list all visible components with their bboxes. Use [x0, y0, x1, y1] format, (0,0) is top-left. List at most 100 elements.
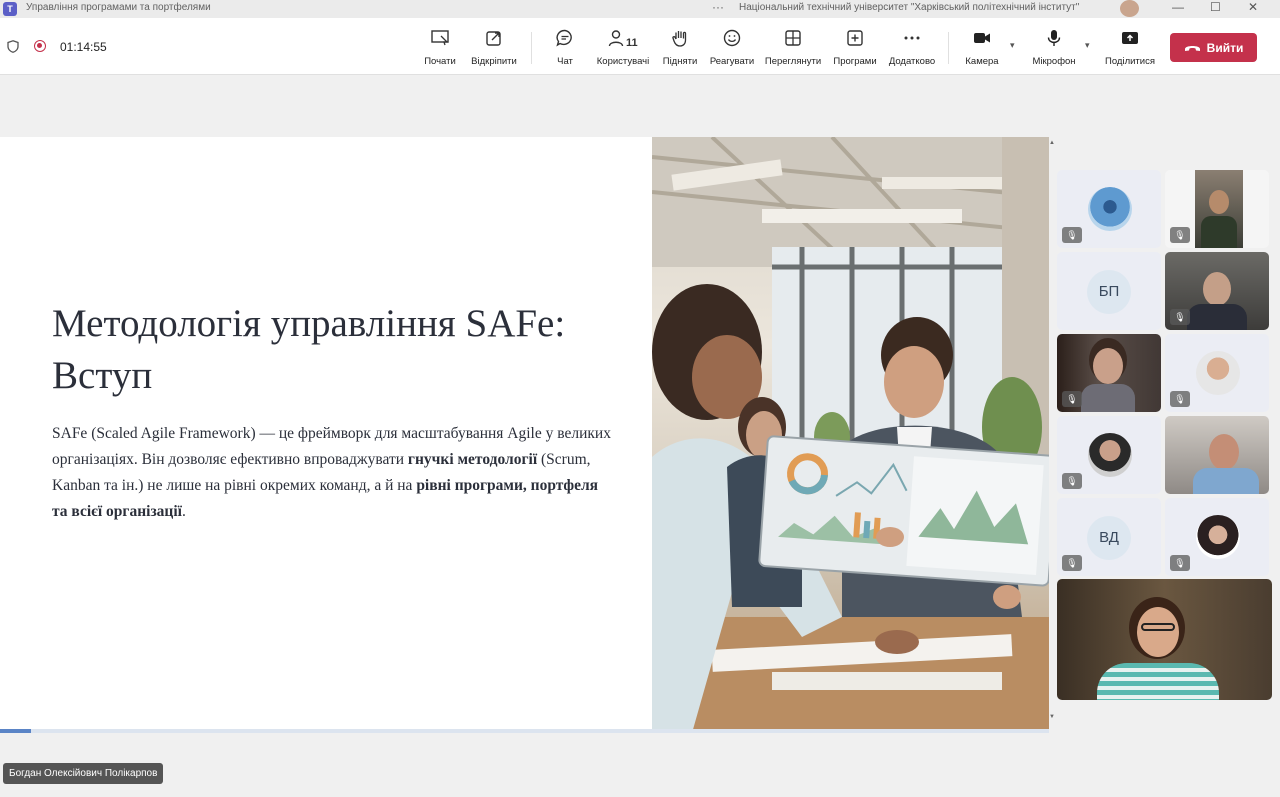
participant-tile[interactable]: 🎙	[1165, 252, 1269, 330]
slide-text-part: .	[181, 503, 186, 520]
participant-video-body	[1187, 304, 1247, 330]
slide-progress-fill	[0, 729, 32, 733]
mic-off-icon: 🎙	[1170, 555, 1190, 571]
leave-label: Вийти	[1206, 40, 1244, 55]
leave-button[interactable]: Вийти	[1170, 33, 1257, 62]
participant-avatar	[1196, 351, 1240, 395]
participant-video-face	[1209, 434, 1239, 470]
scroll-up-arrow-icon[interactable]: ▲	[1049, 140, 1055, 146]
hand-icon	[661, 26, 699, 50]
account-avatar[interactable]	[1120, 0, 1139, 17]
close-icon[interactable]: ✕	[1248, 0, 1258, 14]
microphone-icon	[1030, 26, 1078, 50]
slide-paragraph: SAFe (Scaled Agile Framework) — це фрейм…	[52, 421, 612, 525]
slide-progress-bar	[0, 729, 1049, 733]
scroll-down-arrow-icon[interactable]: ▼	[1049, 714, 1055, 720]
slide-text-bold: гнучкі методології	[407, 451, 538, 468]
more-button[interactable]: Додатково	[886, 26, 938, 70]
apps-label: Програми	[833, 56, 877, 67]
participant-tile[interactable]: БП	[1057, 252, 1161, 330]
view-label: Переглянути	[764, 56, 822, 67]
participant-avatar	[1196, 515, 1240, 559]
toolbar-divider	[531, 32, 532, 64]
mic-off-icon: 🎙	[1170, 227, 1190, 243]
meeting-timer: 01:14:55	[60, 40, 107, 54]
presenter-name-tag: Богдан Олексійович Полікарпов	[3, 763, 164, 784]
slide-photo	[652, 137, 1049, 733]
camera-button[interactable]: Камера	[962, 26, 1002, 70]
participant-tile[interactable]: 🎙	[1165, 334, 1269, 412]
raise-hand-label: Підняти	[662, 56, 698, 67]
react-button[interactable]: Реагувати	[708, 26, 756, 70]
more-options-icon[interactable]: ···	[712, 0, 724, 14]
view-button[interactable]: Переглянути	[763, 26, 823, 70]
meeting-toolbar: 01:14:55 Почати Відкріпити Чат 11 Корист…	[0, 18, 1280, 75]
glasses-icon	[1141, 623, 1175, 631]
stage-scrollbar[interactable]: ▲ ▼	[1049, 137, 1055, 733]
screen-pointer-icon	[420, 26, 460, 50]
participant-avatar	[1088, 187, 1132, 231]
share-screen-icon	[1104, 26, 1156, 50]
camera-label: Камера	[965, 56, 999, 67]
participant-tile[interactable]: 🎙	[1057, 416, 1161, 494]
teams-logo-icon: T	[3, 2, 17, 16]
mic-off-icon: 🎙	[1170, 309, 1190, 325]
minimize-icon[interactable]: —	[1172, 0, 1184, 14]
popout-button[interactable]: Відкріпити	[468, 26, 520, 70]
participant-initials: ВД	[1087, 516, 1131, 560]
recording-icon	[34, 40, 46, 52]
popout-icon	[468, 26, 520, 50]
chat-button[interactable]: Чат	[551, 26, 579, 70]
window-title: Управління програмами та портфелями	[26, 2, 211, 13]
participant-video-face	[1093, 348, 1123, 384]
participant-tile[interactable]: 🎙	[1165, 498, 1269, 576]
organization-name: Національний технічний університет "Харк…	[739, 2, 1080, 13]
react-label: Реагувати	[709, 56, 755, 67]
start-button[interactable]: Почати	[420, 26, 460, 70]
grid-view-icon	[763, 26, 823, 50]
participant-video-face	[1203, 272, 1231, 306]
toolbar-divider	[948, 32, 949, 64]
participant-tile[interactable]	[1165, 416, 1269, 494]
share-label: Поділитися	[1105, 56, 1155, 67]
people-label: Користувачі	[596, 56, 650, 67]
share-button[interactable]: Поділитися	[1104, 26, 1156, 70]
participant-video-face	[1137, 607, 1179, 657]
mic-label: Мікрофон	[1032, 56, 1076, 67]
window-title-bar: T Управління програмами та портфелями ··…	[0, 0, 1280, 18]
smiley-icon	[708, 26, 756, 50]
start-label: Почати	[424, 56, 456, 67]
maximize-icon[interactable]: ☐	[1210, 0, 1221, 14]
participant-tile[interactable]: 🎙	[1057, 334, 1161, 412]
participant-initials: БП	[1087, 270, 1131, 314]
chat-icon	[551, 26, 579, 50]
mic-off-icon: 🎙	[1062, 227, 1082, 243]
shared-slide: Методологія управління SAFe: Вступ SAFe …	[0, 137, 1049, 733]
participant-tile-active[interactable]	[1057, 579, 1272, 700]
more-dots-icon	[886, 26, 938, 50]
people-count: 11	[626, 37, 638, 49]
slide-title: Методологія управління SAFe: Вступ	[52, 302, 566, 397]
participant-avatar	[1088, 433, 1132, 477]
hang-up-icon	[1184, 45, 1200, 51]
office-team-illustration	[652, 137, 1049, 733]
participant-tile[interactable]: ВД 🎙	[1057, 498, 1161, 576]
mic-button[interactable]: Мікрофон	[1030, 26, 1078, 70]
raise-hand-button[interactable]: Підняти	[661, 26, 699, 70]
mic-off-icon: 🎙	[1170, 391, 1190, 407]
shield-icon[interactable]	[7, 40, 19, 53]
camera-options-chevron-down-icon[interactable]: ▾	[1010, 40, 1015, 51]
people-button[interactable]: 11 Користувачі	[594, 26, 652, 70]
mic-options-chevron-down-icon[interactable]: ▾	[1085, 40, 1090, 51]
more-label: Додатково	[888, 56, 936, 67]
add-app-icon	[830, 26, 880, 50]
chat-label: Чат	[557, 56, 573, 67]
popout-label: Відкріпити	[471, 56, 517, 67]
participant-tile[interactable]: 🎙	[1057, 170, 1161, 248]
participant-video-body	[1081, 384, 1135, 412]
participant-tile[interactable]: 🎙	[1165, 170, 1269, 248]
apps-button[interactable]: Програми	[830, 26, 880, 70]
participant-video-body	[1097, 663, 1219, 700]
video-camera-icon	[962, 26, 1002, 50]
mic-off-icon: 🎙	[1062, 391, 1082, 407]
